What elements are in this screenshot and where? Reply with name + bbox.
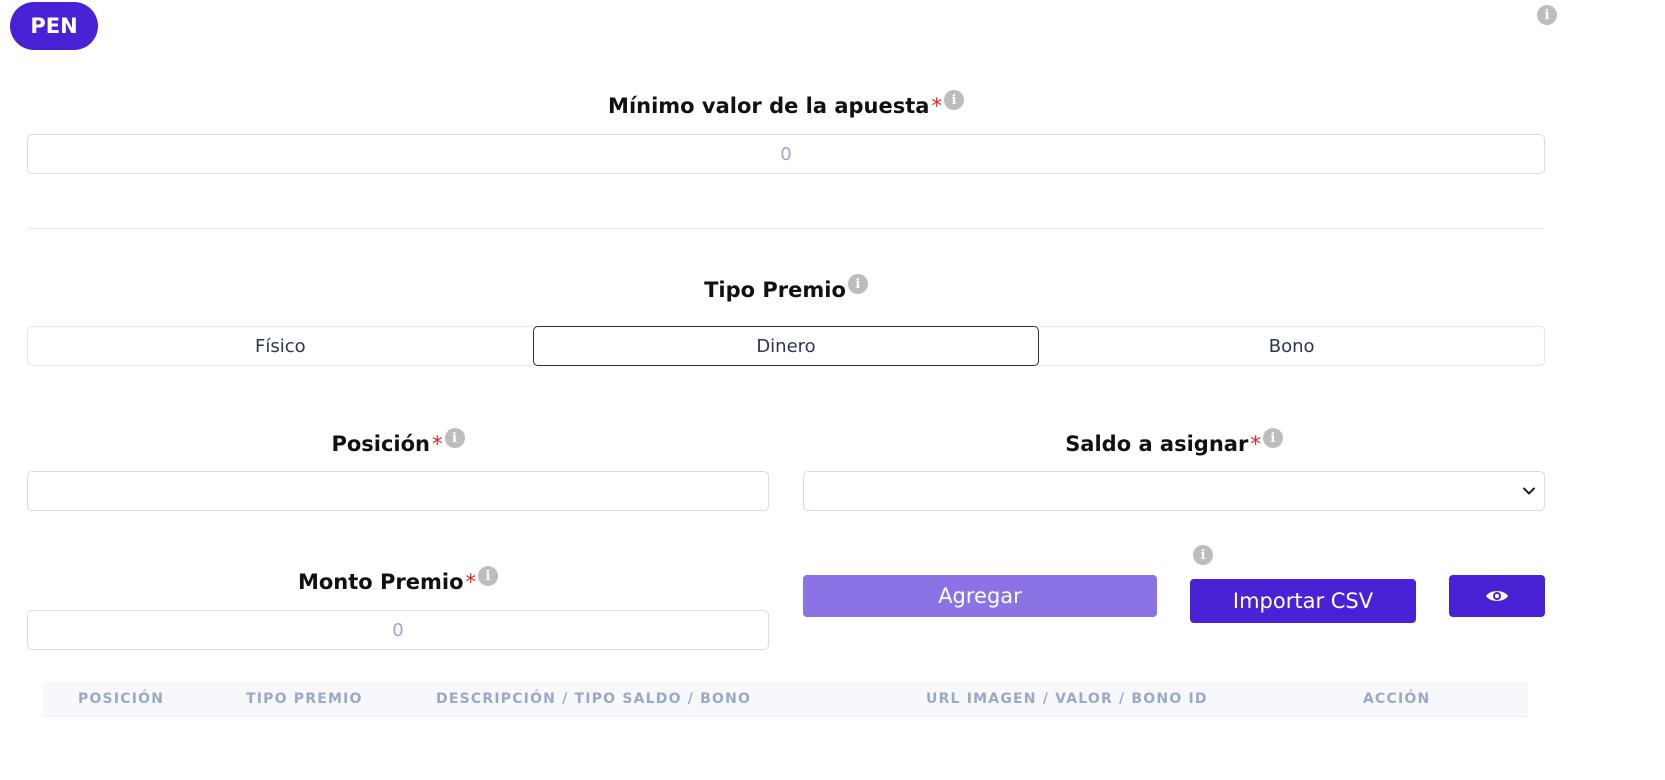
position-label: Posición <box>331 432 431 456</box>
min-bet-label: Mínimo valor de la apuesta <box>608 94 930 118</box>
chevron-down-icon <box>1523 487 1535 495</box>
info-icon[interactable]: i <box>1193 545 1213 565</box>
eye-icon <box>1486 591 1508 601</box>
position-label-row: Posición * i <box>27 428 769 462</box>
info-icon[interactable]: i <box>1262 428 1283 448</box>
info-icon[interactable]: i <box>478 566 499 586</box>
balance-label-row: Saldo a asignar * i <box>803 428 1545 462</box>
info-icon[interactable]: i <box>847 274 868 294</box>
position-input[interactable] <box>27 471 769 511</box>
required-mark: * <box>931 94 942 118</box>
min-bet-input[interactable]: 0 <box>27 134 1545 174</box>
position-value <box>28 472 768 510</box>
required-mark: * <box>432 432 443 456</box>
divider <box>27 228 1545 229</box>
required-mark: * <box>465 570 477 594</box>
prize-amount-placeholder: 0 <box>392 619 404 641</box>
balance-selected-value <box>804 472 1544 510</box>
prize-amount-label: Monto Premio <box>297 570 464 594</box>
min-bet-placeholder: 0 <box>780 143 792 165</box>
add-button[interactable]: Agregar <box>803 575 1157 617</box>
prize-amount-input[interactable]: 0 <box>27 610 769 650</box>
prize-amount-label-row: Monto Premio * i <box>27 566 769 600</box>
column-header-position: POSICIÓN <box>78 691 165 707</box>
balance-select[interactable] <box>803 471 1545 511</box>
prize-type-dinero[interactable]: Dinero <box>532 326 1040 366</box>
table-header: POSICIÓN TIPO PREMIO DESCRIPCIÓN / TIPO … <box>43 682 1528 717</box>
column-header-url-value: URL IMAGEN / VALOR / BONO ID <box>926 691 1208 707</box>
min-bet-label-row: Mínimo valor de la apuesta * i <box>27 90 1545 124</box>
prize-type-selector: Físico Dinero Bono <box>27 326 1545 366</box>
column-header-description: DESCRIPCIÓN / TIPO SALDO / BONO <box>436 691 752 707</box>
required-mark: * <box>1250 432 1261 456</box>
prize-type-bono[interactable]: Bono <box>1039 327 1544 365</box>
prize-type-label: Tipo Premio <box>704 278 846 302</box>
view-button[interactable] <box>1449 575 1545 617</box>
prize-type-fisico[interactable]: Físico <box>28 327 533 365</box>
info-icon[interactable]: i <box>1537 5 1557 25</box>
import-csv-button[interactable]: Importar CSV <box>1190 579 1416 623</box>
balance-label: Saldo a asignar <box>1065 432 1249 456</box>
info-icon[interactable]: i <box>444 428 465 448</box>
currency-badge[interactable]: PEN <box>10 2 98 50</box>
column-header-prize-type: TIPO PREMIO <box>246 691 363 707</box>
prize-type-label-row: Tipo Premio i <box>27 274 1545 308</box>
column-header-action: ACCIÓN <box>1363 691 1431 707</box>
info-icon[interactable]: i <box>943 90 964 110</box>
